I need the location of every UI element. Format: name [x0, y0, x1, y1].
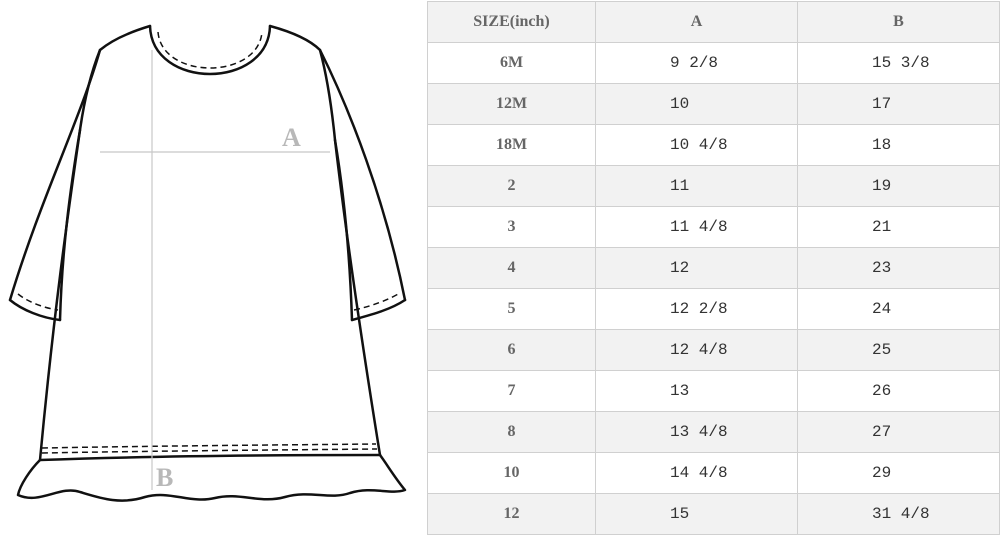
a-cell: 11 4/8	[595, 206, 798, 248]
table-row: 12M 10 17	[427, 83, 1000, 125]
size-cell: 10	[427, 452, 596, 494]
size-cell: 5	[427, 288, 596, 330]
table-row: 6 12 4/8 25	[427, 329, 1000, 371]
table-row: 7 13 26	[427, 370, 1000, 412]
b-cell: 29	[797, 452, 1000, 494]
b-cell: 18	[797, 124, 1000, 166]
a-cell: 11	[595, 165, 798, 207]
size-cell: 18M	[427, 124, 596, 166]
a-cell: 14 4/8	[595, 452, 798, 494]
a-cell: 10	[595, 83, 798, 125]
label-a: A	[282, 123, 301, 152]
size-chart: SIZE(inch) A B 6M 9 2/8 15 3/8 12M 10 17 18M 10…	[427, 1, 1000, 535]
table-header-row: SIZE(inch) A B	[427, 1, 1000, 43]
table-row: 4 12 23	[427, 247, 1000, 289]
a-cell: 12 2/8	[595, 288, 798, 330]
size-cell: 2	[427, 165, 596, 207]
size-cell: 8	[427, 411, 596, 453]
table-row: 6M 9 2/8 15 3/8	[427, 42, 1000, 84]
b-cell: 25	[797, 329, 1000, 371]
a-cell: 15	[595, 493, 798, 535]
b-cell: 19	[797, 165, 1000, 207]
table-row: 3 11 4/8 21	[427, 206, 1000, 248]
table-body: 6M 9 2/8 15 3/8 12M 10 17 18M 10 4/8 18 2 11 19 3 11 …	[427, 42, 1000, 535]
dress-outline-drawing: A B	[8, 24, 407, 502]
header-size: SIZE(inch)	[427, 1, 596, 43]
a-cell: 9 2/8	[595, 42, 798, 84]
a-cell: 10 4/8	[595, 124, 798, 166]
table-row: 12 15 31 4/8	[427, 493, 1000, 535]
b-cell: 24	[797, 288, 1000, 330]
size-cell: 7	[427, 370, 596, 412]
table-row: 2 11 19	[427, 165, 1000, 207]
b-cell: 27	[797, 411, 1000, 453]
b-cell: 26	[797, 370, 1000, 412]
a-cell: 12 4/8	[595, 329, 798, 371]
header-b: B	[797, 1, 1000, 43]
size-cell: 12	[427, 493, 596, 535]
table-row: 18M 10 4/8 18	[427, 124, 1000, 166]
label-b: B	[156, 463, 173, 492]
b-cell: 21	[797, 206, 1000, 248]
b-cell: 17	[797, 83, 1000, 125]
a-cell: 13 4/8	[595, 411, 798, 453]
size-cell: 3	[427, 206, 596, 248]
size-cell: 4	[427, 247, 596, 289]
b-cell: 23	[797, 247, 1000, 289]
a-cell: 12	[595, 247, 798, 289]
size-cell: 6M	[427, 42, 596, 84]
header-a: A	[595, 1, 798, 43]
table-row: 8 13 4/8 27	[427, 411, 1000, 453]
b-cell: 15 3/8	[797, 42, 1000, 84]
b-cell: 31 4/8	[797, 493, 1000, 535]
dress-diagram: A B	[0, 0, 425, 534]
size-table: SIZE(inch) A B 6M 9 2/8 15 3/8 12M 10 17 18M 10…	[427, 1, 1000, 535]
size-cell: 6	[427, 329, 596, 371]
table-row: 10 14 4/8 29	[427, 452, 1000, 494]
a-cell: 13	[595, 370, 798, 412]
table-row: 5 12 2/8 24	[427, 288, 1000, 330]
size-cell: 12M	[427, 83, 596, 125]
